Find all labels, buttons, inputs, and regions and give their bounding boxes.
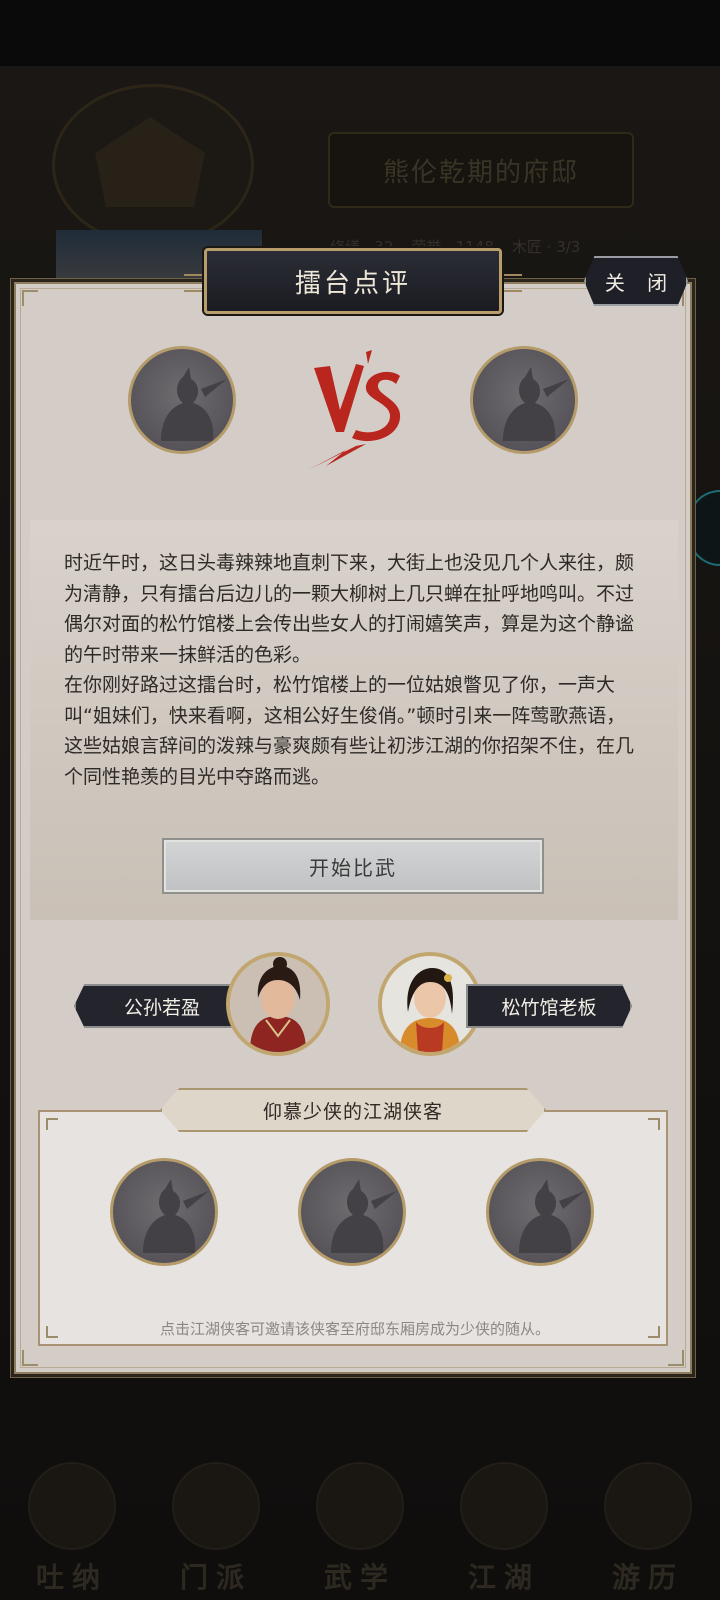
corner-ornament	[648, 1118, 660, 1130]
residence-stat: 木匠 · 3/3	[511, 238, 581, 256]
nav-label: 江湖	[467, 1561, 540, 1594]
challenger-avatar-slot[interactable]	[128, 346, 236, 454]
nav-item-jianghu: 江湖	[449, 1456, 559, 1596]
silhouette-icon	[331, 1179, 397, 1253]
nav-item-tuna: 吐纳	[17, 1456, 127, 1596]
dialog-title: 擂台点评	[294, 268, 411, 299]
nav-label: 吐纳	[35, 1561, 108, 1594]
close-button-label: 关 闭	[604, 270, 676, 295]
nav-item-wuxue: 武学	[305, 1456, 415, 1596]
nav-label: 游历	[611, 1561, 684, 1594]
start-duel-label: 开始比武	[309, 855, 397, 880]
heroine-portrait-icon	[230, 956, 326, 1052]
story-text: 时近午时，这日头毒辣辣地直刺下来，大街上也没见几个人来往，颇为清静，只有擂台后边…	[64, 552, 635, 788]
nav-item-menpai: 门派	[161, 1456, 271, 1596]
corner-ornament	[46, 1118, 58, 1130]
residence-emblem	[52, 84, 254, 246]
right-character-name: 松竹馆老板	[501, 996, 597, 1019]
corner-ornament	[22, 1350, 38, 1366]
left-character-name: 公孙若盈	[123, 996, 200, 1019]
dialog-title-plate: 擂台点评	[204, 248, 502, 314]
residence-title: 熊伦乾期的府邸	[382, 157, 579, 188]
title-ornament	[500, 274, 522, 292]
nav-label: 门派	[179, 1561, 252, 1594]
silhouette-icon	[503, 367, 569, 441]
close-button[interactable]: 关 闭	[584, 256, 688, 306]
admirers-title-plate: 仰慕少侠的江湖侠客	[160, 1088, 546, 1132]
corner-ornament	[668, 1350, 684, 1366]
admirer-slot[interactable]	[486, 1158, 594, 1266]
versus-icon	[308, 350, 401, 470]
start-duel-button[interactable]: 开始比武	[162, 838, 544, 894]
travel-icon	[604, 1462, 692, 1550]
nav-label: 武学	[323, 1561, 396, 1594]
proprietress-portrait-icon	[382, 956, 478, 1052]
scroll-icon	[316, 1462, 404, 1550]
silhouette-icon	[161, 367, 227, 441]
bottom-nav: 吐纳 门派 武学 江湖 游历	[0, 1450, 720, 1600]
admirers-hint: 点击江湖侠客可邀请该侠客至府邸东厢房成为少侠的随从。	[159, 1320, 550, 1338]
sect-icon	[172, 1462, 260, 1550]
corner-ornament	[22, 290, 38, 306]
opponent-avatar-slot[interactable]	[470, 346, 578, 454]
admirer-slot[interactable]	[110, 1158, 218, 1266]
admirers-title: 仰慕少侠的江湖侠客	[262, 1100, 443, 1123]
world-icon	[460, 1462, 548, 1550]
left-character-portrait[interactable]	[226, 952, 330, 1056]
meditation-icon	[28, 1462, 116, 1550]
silhouette-icon	[143, 1179, 209, 1253]
title-ornament	[184, 274, 206, 292]
nav-item-youli: 游历	[593, 1456, 703, 1596]
admirer-slot[interactable]	[298, 1158, 406, 1266]
residence-title-box: 熊伦乾期的府邸	[328, 132, 634, 208]
right-character-nameplate: 松竹馆老板	[466, 984, 632, 1028]
left-character-nameplate: 公孙若盈	[74, 984, 250, 1028]
silhouette-icon	[519, 1179, 585, 1253]
